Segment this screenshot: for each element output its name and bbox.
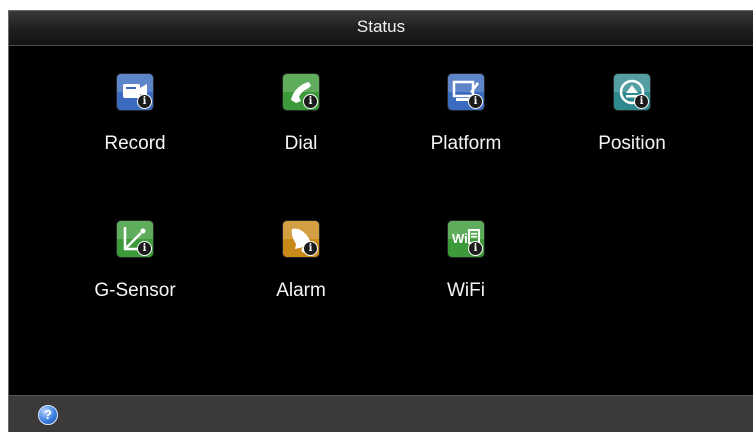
tile-dial-label: Dial: [284, 133, 318, 154]
tile-record[interactable]: i Record: [65, 74, 205, 155]
info-badge: i: [137, 94, 152, 109]
tile-alarm[interactable]: i Alarm: [231, 221, 371, 302]
info-badge: i: [468, 241, 483, 256]
alarm-bell-icon: i: [283, 221, 319, 257]
tile-dial[interactable]: i Dial: [231, 74, 371, 155]
position-compass-icon: i: [614, 74, 650, 110]
tile-platform-label: Platform: [430, 133, 502, 154]
record-icon: i: [117, 74, 153, 110]
tile-platform[interactable]: i Platform: [396, 74, 536, 155]
status-window: Status i Record i Dial i Platform i Posi…: [8, 10, 753, 432]
tile-position-label: Position: [598, 133, 666, 154]
tile-record-label: Record: [104, 133, 166, 154]
tile-g-sensor-label: G-Sensor: [94, 280, 176, 301]
tile-wifi[interactable]: Wi i WiFi: [396, 221, 536, 302]
status-bar: ?: [9, 395, 753, 432]
info-badge: i: [634, 94, 649, 109]
wifi-icon: Wi i: [448, 221, 484, 257]
tile-alarm-label: Alarm: [276, 280, 326, 301]
info-badge: i: [468, 94, 483, 109]
info-badge: i: [137, 241, 152, 256]
status-icon-grid: i Record i Dial i Platform i Position i …: [9, 11, 753, 432]
help-icon[interactable]: ?: [38, 405, 58, 425]
dial-phone-icon: i: [283, 74, 319, 110]
tile-position[interactable]: i Position: [562, 74, 702, 155]
tile-wifi-label: WiFi: [447, 280, 485, 301]
platform-icon: i: [448, 74, 484, 110]
info-badge: i: [303, 241, 318, 256]
tile-g-sensor[interactable]: i G-Sensor: [65, 221, 205, 302]
wifi-icon-text: Wi: [452, 231, 468, 246]
g-sensor-icon: i: [117, 221, 153, 257]
info-badge: i: [303, 94, 318, 109]
